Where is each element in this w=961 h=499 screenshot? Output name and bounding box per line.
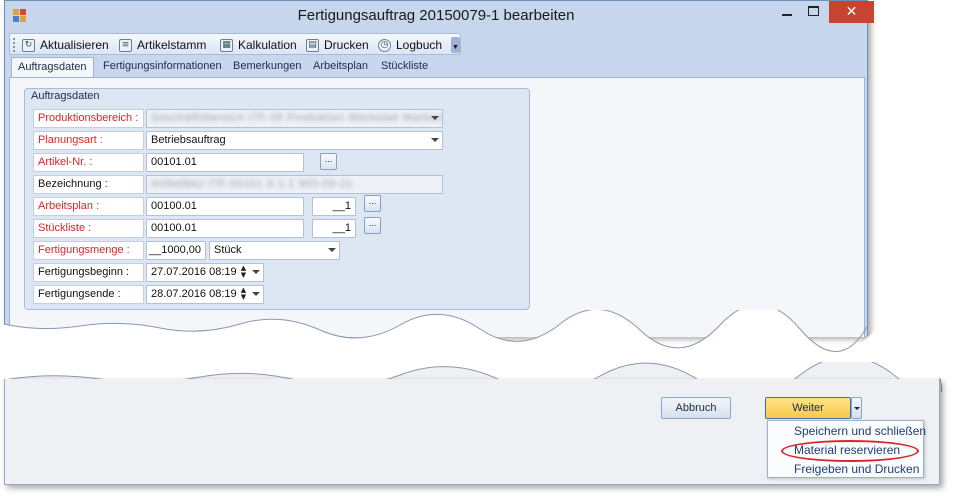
tab-auftragsdaten[interactable]: Auftragsdaten [11,57,94,78]
planungsart-label: Planungsart : [33,131,144,150]
highlight-ring [781,440,919,462]
weiter-dropdown-menu: Speichern und schließen Material reservi… [767,420,926,478]
cancel-button[interactable]: Abbruch [661,397,731,419]
menu-item-freigeben-drucken[interactable]: Freigeben und Drucken [794,462,919,476]
mengeneinheit-select[interactable]: Stück [209,241,340,260]
kalkulation-button[interactable]: ▦ Kalkulation [220,36,297,54]
drucken-button[interactable]: ▤ Drucken [306,36,369,54]
close-button[interactable]: ✕ [829,1,874,23]
torn-edge-top [0,310,961,360]
window-upper-part: Fertigungsauftrag 20150079-1 bearbeiten … [4,0,874,337]
artikel-nr-label: Artikel-Nr. : [33,153,144,172]
window-lower-part: Abbruch Weiter Speichern und schließen M… [4,379,940,485]
produktionsbereich-value: Geschäftsbereich ITF-09 Produktion Werks… [151,112,443,124]
arbeitsplan-input[interactable]: 00100.01 [146,197,304,216]
chevron-down-icon [328,248,336,252]
title-bar: Fertigungsauftrag 20150079-1 bearbeiten … [5,1,874,33]
produktionsbereich-select[interactable]: Geschäftsbereich ITF-09 Produktion Werks… [146,109,443,128]
fertigungsbeginn-label: Fertigungsbeginn : [33,263,144,282]
bezeichnung-value: Artikelbez ITF-00101 S 1.1 WO-09-21 [151,178,354,190]
artikelstamm-label: Artikelstamm [137,38,207,52]
tab-fertigungsinformationen[interactable]: Fertigungsinformationen [97,57,228,77]
arbeitsplan-lookup-button[interactable]: ... [364,195,381,212]
planungsart-value: Betriebsauftrag [151,134,226,146]
chevron-down-icon[interactable] [252,292,260,296]
chevron-down-icon[interactable] [252,270,260,274]
spinner-icon[interactable]: ▲ ▼ [240,265,247,280]
fertigungsmenge-label: Fertigungsmenge : [33,241,144,260]
planungsart-select[interactable]: Betriebsauftrag [146,131,443,150]
weiter-button[interactable]: Weiter [765,397,851,419]
group-title: Auftragsdaten [31,90,100,102]
chevron-down-icon [431,138,439,142]
window-title: Fertigungsauftrag 20150079-1 bearbeiten [297,7,575,24]
weiter-dropdown-button[interactable] [851,397,862,419]
chevron-down-icon [431,116,439,120]
logbuch-button[interactable]: ◷ Logbuch [378,36,442,54]
fertigungsende-value: 28.07.2016 08:19 [151,288,237,300]
refresh-label: Aktualisieren [40,38,109,52]
artikel-nr-lookup-button[interactable]: ... [320,153,337,170]
stueckliste-lookup-button[interactable]: ... [364,217,381,234]
mengeneinheit-value: Stück [214,244,242,256]
maximize-icon [808,6,819,16]
card-icon: ≡ [119,38,132,52]
produktionsbereich-label: Produktionsbereich : [33,109,144,128]
spinner-icon[interactable]: ▲ ▼ [240,287,247,302]
stueckliste-input[interactable]: 00100.01 [146,219,304,238]
bezeichnung-input[interactable]: Artikelbez ITF-00101 S 1.1 WO-09-21 [146,175,443,194]
arbeitsplan-label: Arbeitsplan : [33,197,144,216]
refresh-icon: ↻ [22,38,35,52]
toolbar-overflow-button[interactable]: ▼ [451,37,460,53]
tab-strip: Auftragsdaten Fertigungsinformationen Be… [9,57,865,78]
menu-item-speichern-schliessen[interactable]: Speichern und schließen [794,424,926,438]
refresh-button[interactable]: ↻ Aktualisieren [22,36,109,54]
printer-icon: ▤ [306,38,319,52]
tab-arbeitsplan[interactable]: Arbeitsplan [307,57,374,77]
fertigungsende-label: Fertigungsende : [33,285,144,304]
calculator-icon: ▦ [220,38,233,52]
logbuch-label: Logbuch [396,38,443,52]
minimize-button[interactable] [774,1,800,23]
fertigungsmenge-input[interactable]: __1000,00 [146,241,206,260]
toolbar: ↻ Aktualisieren ≡ Artikelstamm ▦ Kalkula… [9,33,461,55]
bezeichnung-label: Bezeichnung : [33,175,144,194]
fertigungsende-datepicker[interactable]: 28.07.2016 08:19 ▲ ▼ [146,285,264,304]
artikelstamm-button[interactable]: ≡ Artikelstamm [119,36,206,54]
drucken-label: Drucken [324,38,369,52]
maximize-button[interactable] [801,1,827,23]
stueckliste-label: Stückliste : [33,219,144,238]
toolbar-grip[interactable] [13,38,15,52]
arbeitsplan-version-input[interactable]: __1 [312,197,356,216]
kalkulation-label: Kalkulation [238,38,297,52]
tab-stueckliste[interactable]: Stückliste [375,57,434,77]
artikel-nr-input[interactable]: 00101.01 [146,153,304,172]
fertigungsbeginn-value: 27.07.2016 08:19 [151,266,237,278]
tab-bemerkungen[interactable]: Bemerkungen [227,57,308,77]
minimize-icon [782,14,792,16]
stueckliste-version-input[interactable]: __1 [312,219,356,238]
tab-content-auftragsdaten: Auftragsdaten Produktionsbereich : Gesch… [9,77,865,337]
fertigungsbeginn-datepicker[interactable]: 27.07.2016 08:19 ▲ ▼ [146,263,264,282]
auftragsdaten-group: Auftragsdaten Produktionsbereich : Gesch… [24,88,530,310]
logbook-icon: ◷ [378,38,391,52]
